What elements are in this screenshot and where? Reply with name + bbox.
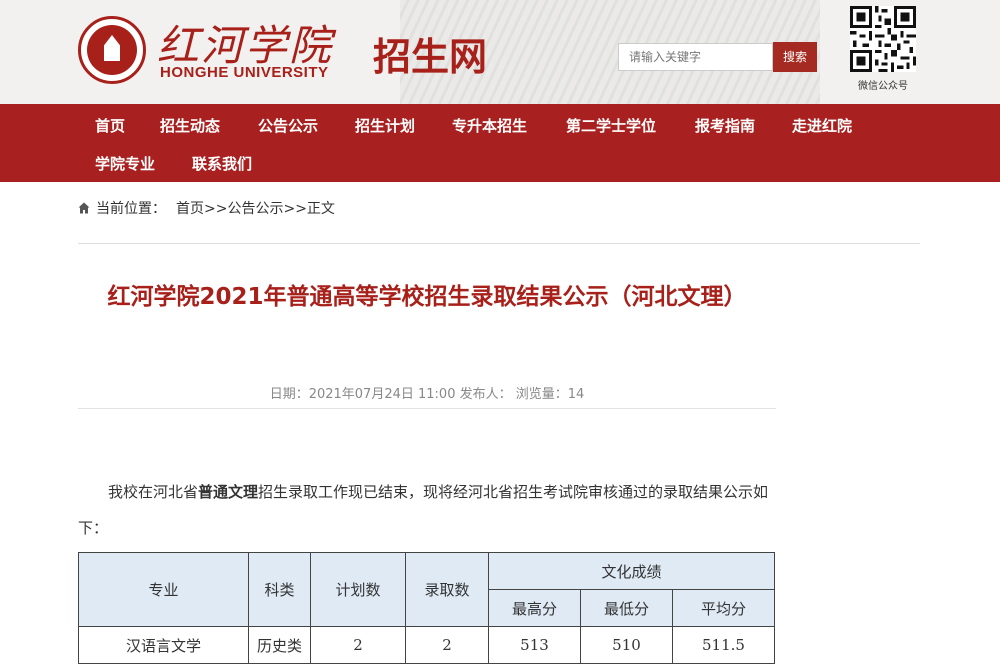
province-category-highlight: 普通文理	[198, 483, 259, 501]
header-scores: 文化成绩	[488, 552, 775, 590]
article-meta: 日期：2021年07月24日 11:00 发布人： 浏览量：14	[269, 387, 585, 402]
qr-caption: 微信公众号	[858, 81, 908, 92]
cell-plan: 2	[310, 626, 406, 664]
nav-item-announcements[interactable]: 公告公示	[258, 114, 318, 138]
nav-item-admission-news[interactable]: 招生动态	[160, 114, 220, 138]
breadcrumb-label: 当前位置：	[96, 201, 166, 217]
header-avg-score: 平均分	[672, 589, 775, 627]
admission-results-table: 专业 科类 计划数 录取数 文化成绩 最高分 最低分 平均分 汉语言文学 历史类…	[78, 552, 775, 664]
cell-max-score: 513	[488, 626, 581, 664]
cell-major: 汉语言文学	[78, 626, 249, 664]
breadcrumb-path[interactable]: 首页>>公告公示>>正文	[176, 198, 335, 218]
meta-divider	[78, 408, 776, 409]
nav-item-about-college[interactable]: 走进红院	[792, 114, 852, 138]
cell-avg-score: 511.5	[672, 626, 775, 664]
article-title: 红河学院2021年普通高等学校招生录取结果公示（河北文理）	[107, 284, 747, 310]
cell-min-score: 510	[580, 626, 673, 664]
university-name-en[interactable]: HONGHE UNIVERSITY	[160, 64, 329, 81]
table-row: 汉语言文学 历史类 2 2 513 510 511.5	[78, 626, 775, 664]
header-min-score: 最低分	[580, 589, 673, 627]
nav-item-majors[interactable]: 学院专业	[95, 152, 155, 176]
site-name: 招生网	[373, 35, 488, 79]
breadcrumb: 当前位置： 首页>>公告公示>>正文	[78, 198, 920, 244]
nav-item-second-degree[interactable]: 第二学士学位	[566, 114, 656, 138]
nav-item-application-guide[interactable]: 报考指南	[695, 114, 755, 138]
university-seal-logo[interactable]	[78, 16, 146, 84]
header-max-score: 最高分	[488, 589, 581, 627]
nav-item-contact[interactable]: 联系我们	[192, 152, 252, 176]
header-admitted: 录取数	[405, 552, 489, 627]
home-icon	[78, 202, 90, 214]
site-header: 红河学院 HONGHE UNIVERSITY 招生网 请输入关键字 搜索 微信公…	[0, 0, 1000, 104]
search-button[interactable]: 搜索	[773, 42, 817, 72]
header-plan: 计划数	[310, 552, 406, 627]
search-input[interactable]: 请输入关键字	[618, 43, 773, 71]
nav-item-home[interactable]: 首页	[95, 114, 125, 138]
header-category: 科类	[248, 552, 311, 627]
article-intro-paragraph: 我校在河北省普通文理招生录取工作现已结束，现将经河北省招生考试院审核通过的录取结…	[78, 483, 769, 537]
header-major: 专业	[78, 552, 249, 627]
cell-category: 历史类	[248, 626, 311, 664]
main-navigation: 首页 招生动态 公告公示 招生计划 专升本招生 第二学士学位 报考指南 走进红院…	[0, 104, 1000, 182]
nav-item-upgrade-admission[interactable]: 专升本招生	[452, 114, 527, 138]
nav-item-admission-plan[interactable]: 招生计划	[355, 114, 415, 138]
cell-admitted: 2	[405, 626, 489, 664]
wechat-qr-code	[850, 6, 916, 72]
